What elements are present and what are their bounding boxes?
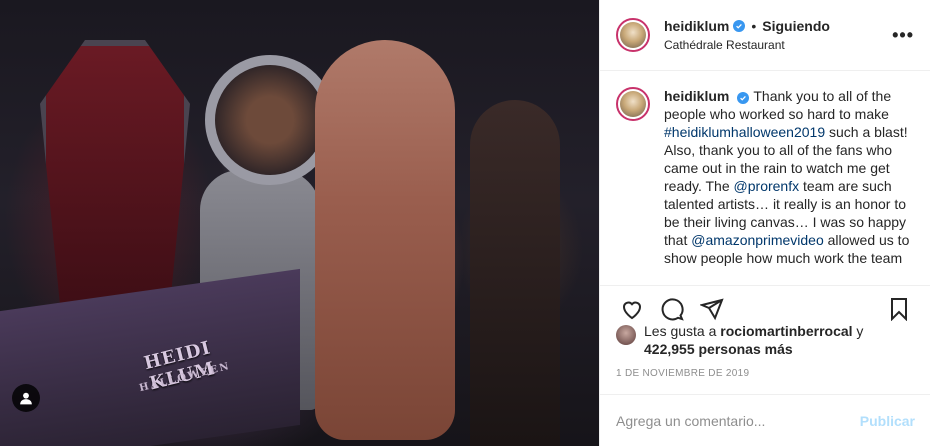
likes-joiner: y <box>852 323 864 339</box>
hashtag-link[interactable]: #heidiklumhalloween2019 <box>664 124 825 140</box>
add-comment-bar: Publicar <box>600 394 930 446</box>
header-username[interactable]: heidiklum <box>664 18 729 34</box>
costumed-figure <box>315 40 455 440</box>
caption-avatar[interactable] <box>616 87 650 121</box>
caption-text: heidiklum Thank you to all of the people… <box>664 87 914 283</box>
post-date[interactable]: 1 DE NOVIEMBRE DE 2019 <box>616 368 749 379</box>
likes-count[interactable]: 422,955 personas más <box>644 341 793 357</box>
tagged-users-button[interactable] <box>12 384 40 412</box>
more-icon[interactable]: ••• <box>892 25 914 46</box>
verified-icon <box>737 92 750 104</box>
action-bar <box>600 285 930 325</box>
separator: • <box>751 18 757 34</box>
avatar[interactable] <box>616 18 650 52</box>
caption-username[interactable]: heidiklum <box>664 88 729 104</box>
following-button[interactable]: Siguiendo <box>762 18 830 34</box>
background-person <box>470 100 560 446</box>
user-icon <box>20 392 32 405</box>
verified-icon <box>733 20 746 32</box>
liker-username[interactable]: rociomartinberrocal <box>720 323 852 339</box>
post-button[interactable]: Publicar <box>860 413 915 429</box>
location-link[interactable]: Cathédrale Restaurant <box>664 38 892 52</box>
post-photo[interactable]: HEIDI KLUM HALLOWEEN <box>0 0 599 446</box>
post-sidebar: heidiklum • Siguiendo Cathédrale Restaur… <box>599 0 930 446</box>
mention-link[interactable]: @amazonprimevideo <box>691 232 824 248</box>
likes-prefix: Les gusta a <box>644 323 721 339</box>
mention-link[interactable]: @prorenfx <box>734 178 800 194</box>
post-header: heidiklum • Siguiendo Cathédrale Restaur… <box>600 0 930 71</box>
liker-avatar[interactable] <box>616 325 636 345</box>
comment-input[interactable] <box>616 412 860 429</box>
caption-area: heidiklum Thank you to all of the people… <box>600 71 930 283</box>
likes-summary: Les gusta a rociomartinberrocal y 422,95… <box>616 322 914 358</box>
